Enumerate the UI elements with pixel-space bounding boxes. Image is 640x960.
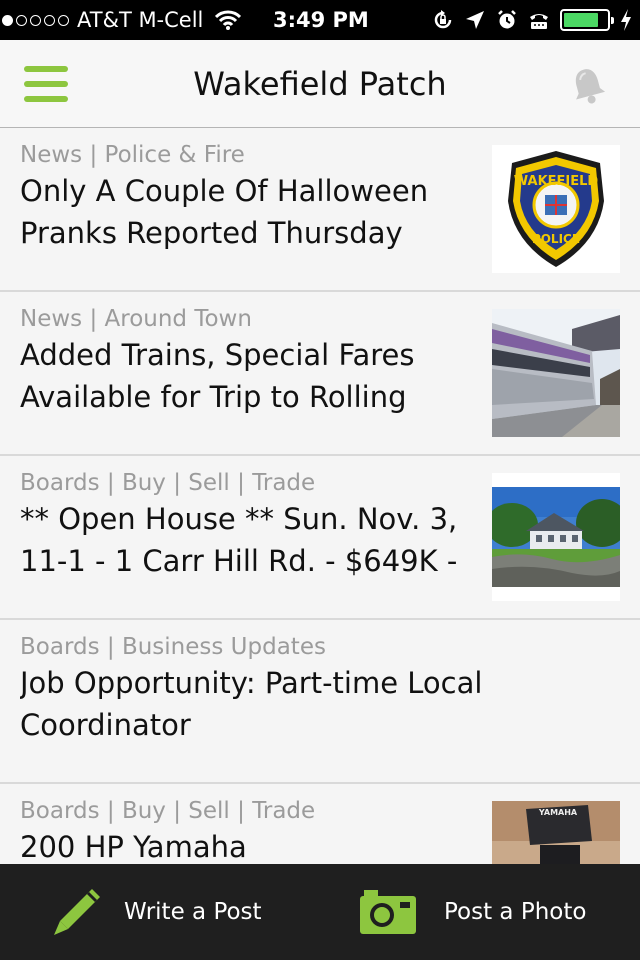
motor-brand-text: YAMAHA [538,808,578,817]
feed-item-thumbnail[interactable] [492,309,620,437]
news-feed[interactable]: News | Police & Fire Only A Couple Of Ha… [0,128,640,864]
feed-item-headline[interactable]: Only A Couple Of Halloween Pranks Report… [20,170,478,254]
bottom-toolbar: Write a Post Post a Photo [0,864,640,960]
feed-item[interactable]: News | Police & Fire Only A Couple Of Ha… [0,128,640,292]
signal-strength-icon [2,14,69,26]
bell-icon[interactable] [566,64,610,108]
hamburger-menu-icon[interactable] [24,66,68,102]
feed-item-headline[interactable]: Added Trains, Special Fares Available fo… [20,334,478,418]
badge-text-bottom: POLICE [532,232,580,246]
feed-item-thumbnail[interactable] [492,473,620,601]
feed-item-category: Boards | Buy | Sell | Trade [20,798,316,824]
tty-icon [530,14,548,29]
feed-item-headline[interactable]: Job Opportunity: Part-time Local Coordin… [20,662,620,746]
feed-item[interactable]: Boards | Buy | Sell | Trade ** Open Hous… [0,456,640,620]
status-bar: AT&T M-Cell 3:49 PM [0,0,640,40]
feed-item-category: News | Around Town [20,306,252,332]
feed-item-thumbnail[interactable]: WAKEFIELD POLICE [492,145,620,273]
status-left: AT&T M-Cell [0,0,242,40]
navigation-bar: Wakefield Patch [0,40,640,128]
write-post-button[interactable]: Write a Post [50,864,262,960]
pencil-icon [54,889,100,935]
carrier-name: AT&T M-Cell [77,8,204,32]
feed-item-category: Boards | Business Updates [20,634,326,660]
feed-item[interactable]: Boards | Buy | Sell | Trade 200 HP Yamah… [0,784,640,864]
status-right [432,0,632,40]
write-post-label: Write a Post [124,899,262,925]
police-badge-image: WAKEFIELD POLICE [492,145,620,273]
badge-text-top: WAKEFIELD [514,174,599,189]
wifi-icon [215,10,242,30]
feed-item-headline[interactable]: 200 HP Yamaha [20,826,478,864]
outboard-motor-image: YAMAHA [492,801,620,864]
page-title: Wakefield Patch [193,65,447,103]
feed-item[interactable]: Boards | Business Updates Job Opportunit… [0,620,640,784]
feed-item-category: News | Police & Fire [20,142,245,168]
feed-item-category: Boards | Buy | Sell | Trade [20,470,316,496]
feed-item-thumbnail[interactable]: YAMAHA [492,801,620,864]
charging-bolt-icon [621,9,631,31]
camera-icon [360,890,416,934]
house-photo-image [492,473,620,601]
rotation-lock-icon [434,10,452,29]
battery-icon [560,9,614,31]
post-photo-button[interactable]: Post a Photo [358,864,586,960]
alarm-clock-icon [498,10,516,29]
feed-item[interactable]: News | Around Town Added Trains, Special… [0,292,640,456]
feed-item-headline[interactable]: ** Open House ** Sun. Nov. 3, 11-1 - 1 C… [20,498,478,582]
status-time: 3:49 PM [273,8,369,32]
post-photo-label: Post a Photo [444,899,587,925]
location-arrow-icon [466,11,484,29]
train-photo-image [492,309,620,437]
